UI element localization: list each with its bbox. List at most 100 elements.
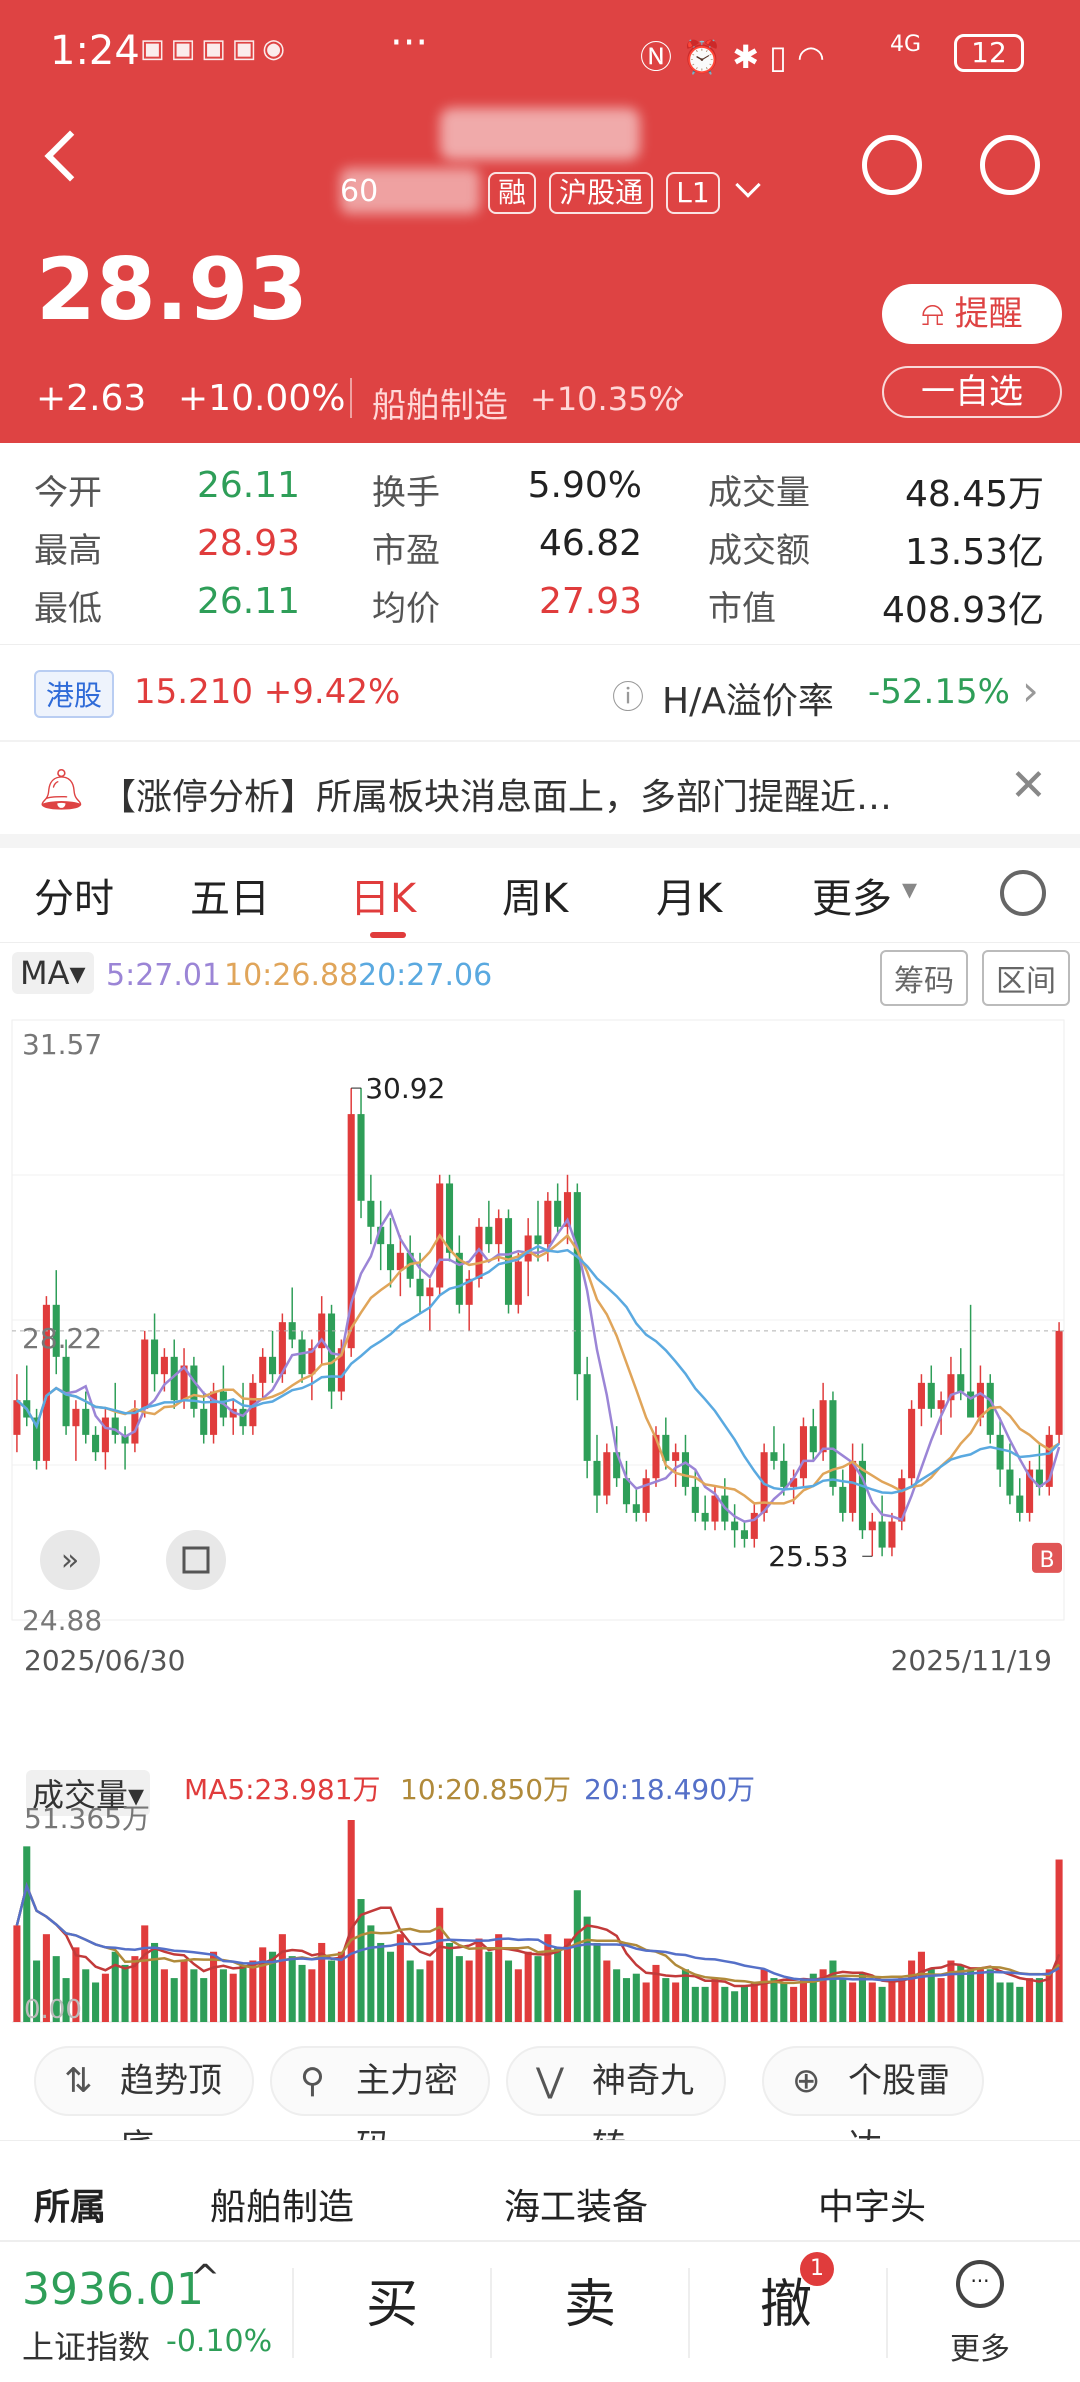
tag-row[interactable]: 融 沪股通 L1	[480, 172, 761, 214]
volume-bar	[151, 1942, 159, 2022]
tool-button-0[interactable]: ⇅趋势顶底	[34, 2046, 254, 2167]
stat-label: 最高	[34, 531, 102, 571]
candle-body	[160, 1356, 168, 1375]
refresh-icon[interactable]	[862, 135, 922, 195]
stat-value: 26.11	[196, 465, 300, 506]
search-icon[interactable]	[980, 135, 1040, 195]
sell-button[interactable]: 卖	[530, 2262, 650, 2337]
candle-body	[731, 1521, 739, 1531]
stock-name-masked	[440, 108, 640, 160]
divider	[350, 378, 352, 418]
divider	[292, 2268, 294, 2358]
more-label[interactable]: 更多	[950, 2324, 1010, 2368]
tab-1[interactable]: 五日	[190, 866, 270, 924]
stat-value: 46.82	[538, 523, 642, 564]
volume-bar	[1035, 1978, 1043, 2022]
candle-body	[839, 1486, 847, 1513]
candle-body	[426, 1287, 434, 1297]
related-tab-1[interactable]: 船舶制造	[210, 2178, 354, 2230]
candle-body	[996, 1434, 1004, 1470]
candle-body	[485, 1226, 493, 1245]
related-tab-3[interactable]: 中字头	[818, 2178, 926, 2230]
volume-bar	[298, 1964, 306, 2022]
fullscreen-icon[interactable]	[166, 1530, 226, 1590]
battery-icon: 12	[954, 34, 1024, 72]
volume-bar	[308, 1969, 316, 2022]
close-icon[interactable]: ✕	[1010, 760, 1047, 811]
kline-chart[interactable]: 31.57 28.22 24.88 30.92 25.53 2025/06/30 2025/…	[0, 1010, 1080, 1710]
volume-bar	[485, 1951, 493, 2022]
volume-bar	[799, 1978, 807, 2022]
tab-0[interactable]: 分时	[34, 866, 114, 924]
back-arrow-icon[interactable]	[44, 130, 96, 182]
volume-bar	[937, 1978, 945, 2022]
ma10-value: 10:26.88	[224, 958, 359, 993]
ma-selector[interactable]: MA▾	[12, 952, 94, 994]
buy-button[interactable]: 买	[332, 2262, 452, 2337]
tool-button-2[interactable]: ⋁神奇九转	[506, 2046, 726, 2167]
candle-body	[711, 1495, 719, 1522]
volume-bar	[908, 1960, 916, 2022]
candle-body	[681, 1452, 690, 1487]
tool-button-1[interactable]: ⚲主力密码	[270, 2046, 490, 2167]
hk-badge: 港股	[34, 670, 115, 718]
volume-bar	[504, 1960, 513, 2022]
volume-bar	[219, 1969, 227, 2022]
volume-bar	[347, 1820, 355, 2022]
chevron-right-icon: ›	[672, 374, 686, 414]
news-text[interactable]: 【涨停分析】所属板块消息面上，多部门提醒近…	[100, 768, 892, 820]
volume-bar	[681, 1969, 690, 2022]
volume-zero-label: 0.00	[24, 1995, 82, 2025]
tab-4[interactable]: 月K	[656, 866, 722, 924]
tab-3[interactable]: 周K	[502, 866, 568, 924]
volume-bar	[180, 1960, 188, 2022]
sector-change[interactable]: +10.35%	[530, 380, 679, 418]
period-tabs: 分时 五日 日K 周K 月K 更多 ▾	[0, 848, 1080, 942]
settings-icon[interactable]	[1000, 870, 1046, 916]
price-change: +2.63	[36, 378, 147, 419]
help-icon[interactable]: ⓘ	[612, 672, 644, 718]
volume-bar	[986, 1969, 994, 2022]
volume-bar	[377, 1942, 385, 2022]
volume-bar	[367, 1925, 375, 2022]
volume-bar	[740, 1986, 749, 2022]
index-change: -0.10%	[166, 2324, 273, 2359]
volume-bar	[229, 1973, 237, 2022]
candle-body	[672, 1452, 680, 1461]
stat-label: 均价	[372, 589, 440, 629]
candle-body	[101, 1417, 109, 1453]
volume-bar	[327, 1960, 336, 2022]
candle-body	[386, 1244, 395, 1271]
tab-5[interactable]: 更多	[812, 866, 892, 924]
tab-2[interactable]: 日K	[350, 866, 416, 924]
range-button[interactable]: 区间	[982, 950, 1070, 1006]
chips-button[interactable]: 筹码	[880, 950, 968, 1006]
sector-name[interactable]: 船舶制造	[372, 378, 508, 427]
volume-bar	[544, 1934, 552, 2022]
volume-bar	[790, 1986, 798, 2022]
volume-bar	[534, 1956, 542, 2022]
tool-icon: ⚲	[300, 2061, 325, 2101]
volume-chart[interactable]: 51.365万 0.00	[0, 1800, 1080, 2030]
candle-body	[819, 1400, 827, 1453]
last-price: 28.93	[36, 240, 309, 340]
add-watchlist-button[interactable]: 一自选	[882, 366, 1062, 418]
notification-icons: ▣▣▣▣◉	[140, 34, 291, 64]
volume-bar	[259, 1947, 267, 2022]
divider	[0, 740, 1080, 742]
related-tab-2[interactable]: 海工装备	[504, 2178, 648, 2230]
hk-row[interactable]: 港股 15.210 +9.42% ⓘ H/A溢价率 -52.15% ›	[0, 660, 1080, 730]
index-value[interactable]: 3936.01	[22, 2264, 204, 2315]
divider	[688, 2268, 690, 2358]
tag-level: L1	[666, 172, 720, 214]
candle-body	[927, 1382, 935, 1409]
volume-bar	[780, 1982, 788, 2022]
volume-bar	[898, 1978, 906, 2022]
stat-label: 市值	[708, 589, 776, 629]
news-bar[interactable]: 🔔︎ 【涨停分析】所属板块消息面上，多部门提醒近… ✕	[0, 750, 1080, 830]
remind-button[interactable]: ⍾ 提醒	[882, 284, 1062, 344]
related-tab-0[interactable]: 所属	[34, 2178, 106, 2230]
more-icon[interactable]: ···	[956, 2260, 1004, 2308]
tool-button-3[interactable]: ⊕个股雷达	[762, 2046, 984, 2167]
volume-bar	[141, 1925, 149, 2022]
